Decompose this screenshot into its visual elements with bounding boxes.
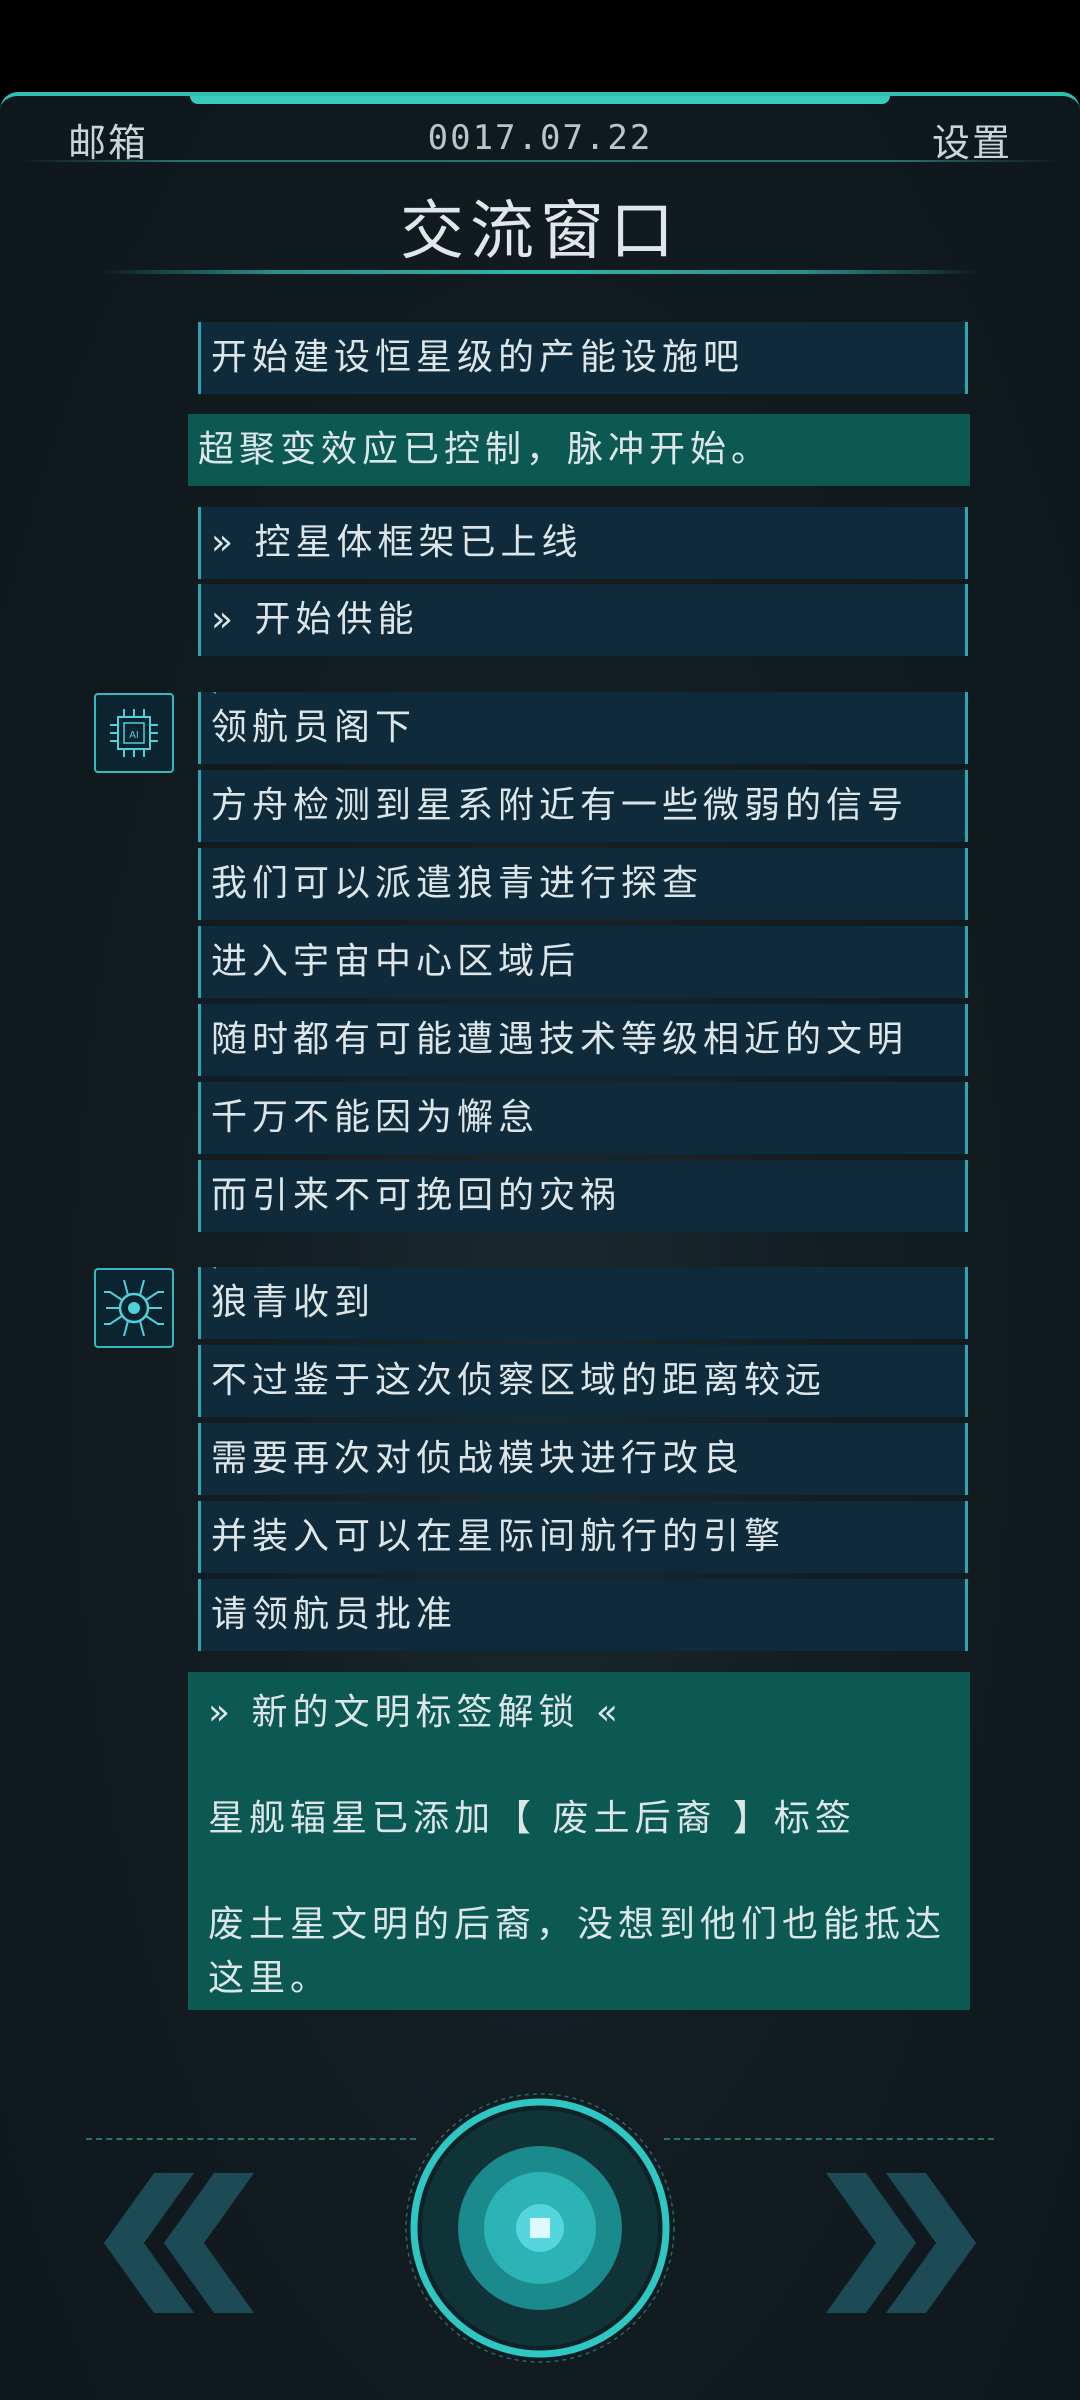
message-row: 开始建设恒星级的产能设施吧 xyxy=(198,322,968,394)
settings-button[interactable]: 设置 xyxy=(932,112,1012,167)
message-row: 请领航员批准 xyxy=(198,1579,968,1651)
unlock-card: » 新的文明标签解锁 « 星舰辐星已添加【 废土后裔 】标签 废土星文明的后裔，… xyxy=(188,1672,970,2010)
message-row: 不过鉴于这次侦察区域的距离较远 xyxy=(198,1345,968,1417)
divider-right xyxy=(664,2138,994,2140)
top-accent xyxy=(190,96,890,104)
double-chevron-right-icon[interactable] xyxy=(756,2168,976,2322)
message-row: » 开始供能 xyxy=(198,584,968,656)
message-row: 并装入可以在星际间航行的引擎 xyxy=(198,1501,968,1573)
message-row: 方舟检测到星系附近有一些微弱的信号 xyxy=(198,770,968,842)
message-row: 狼青收到 xyxy=(198,1267,968,1339)
divider-left xyxy=(86,2138,416,2140)
unlock-line-1: 星舰辐星已添加【 废土后裔 】标签 xyxy=(208,1798,856,1839)
header-divider xyxy=(20,160,1060,162)
date-display: 0017.07.22 xyxy=(427,118,653,158)
page-title: 交流窗口 xyxy=(400,195,680,269)
double-chevron-left-icon[interactable] xyxy=(104,2168,324,2322)
svg-text:AI: AI xyxy=(129,730,139,741)
message-row: 领航员阁下 xyxy=(198,692,968,764)
message-row: 需要再次对侦战模块进行改良 xyxy=(198,1423,968,1495)
title-divider xyxy=(100,270,980,274)
message-row: 千万不能因为懈怠 xyxy=(198,1082,968,1154)
round-action-button[interactable] xyxy=(402,2090,678,2366)
message-row: » 控星体框架已上线 xyxy=(198,507,968,579)
message-row: 随时都有可能遭遇技术等级相近的文明 xyxy=(198,1004,968,1076)
message-row: 进入宇宙中心区域后 xyxy=(198,926,968,998)
highlight-message: 超聚变效应已控制，脉冲开始。 xyxy=(188,414,970,486)
ai-chip-icon: AI xyxy=(94,693,174,773)
message-row: 而引来不可挽回的灾祸 xyxy=(198,1160,968,1232)
unlock-heading: » 新的文明标签解锁 « xyxy=(208,1692,623,1733)
message-row: 我们可以派遣狼青进行探查 xyxy=(198,848,968,920)
unlock-line-2: 废土星文明的后裔，没想到他们也能抵达这里。 xyxy=(208,1904,947,1999)
circuit-bug-icon xyxy=(94,1268,174,1348)
